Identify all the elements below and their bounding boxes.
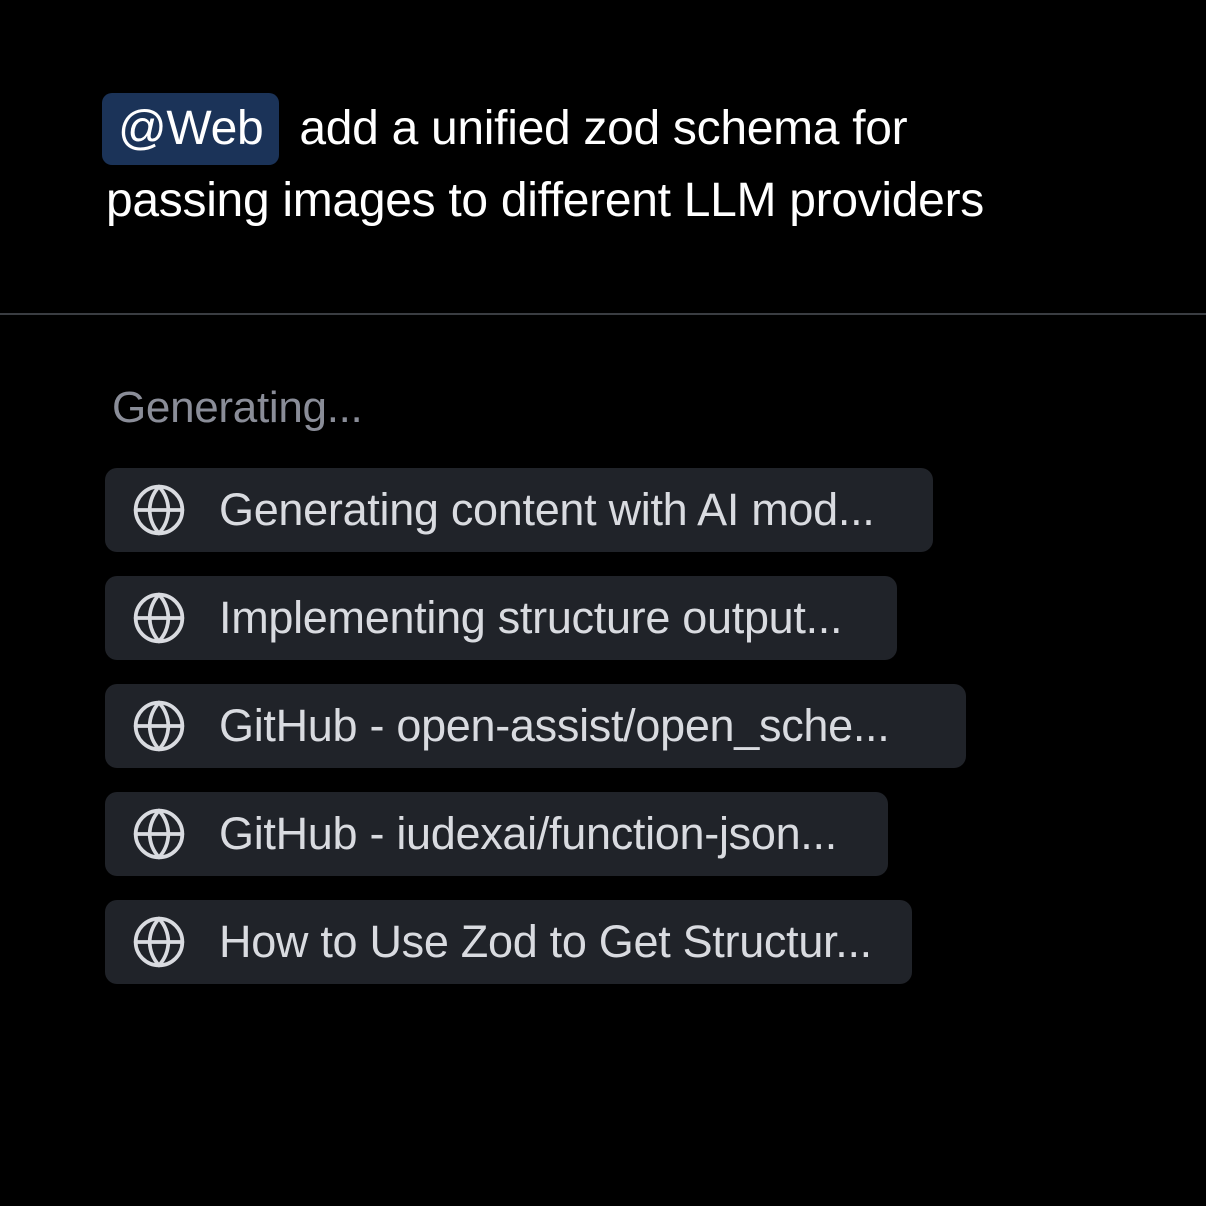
web-mention-chip[interactable]: @Web: [102, 93, 280, 165]
globe-icon: [131, 806, 187, 862]
globe-icon: [131, 590, 187, 646]
web-result-item[interactable]: How to Use Zod to Get Structur...: [105, 900, 912, 984]
web-result-title: How to Use Zod to Get Structur...: [219, 916, 872, 967]
web-result-item[interactable]: Generating content with AI mod...: [105, 468, 933, 552]
generating-status: Generating...: [112, 383, 363, 432]
web-result-item[interactable]: Implementing structure output...: [105, 576, 897, 660]
web-result-title: GitHub - open-assist/open_sche...: [219, 700, 890, 751]
globe-icon: [131, 482, 187, 538]
globe-icon: [131, 698, 187, 754]
web-results-list: Generating content with AI mod... Implem…: [105, 468, 966, 1008]
chat-panel: @Web add a unified zod schema for passing…: [0, 0, 1206, 1206]
prompt-text-line-1: add a unified zod schema for: [299, 102, 908, 155]
globe-icon: [131, 914, 187, 970]
web-result-title: Implementing structure output...: [219, 592, 843, 643]
web-result-item[interactable]: GitHub - iudexai/function-json...: [105, 792, 888, 876]
web-result-title: GitHub - iudexai/function-json...: [219, 808, 837, 859]
web-result-item[interactable]: GitHub - open-assist/open_sche...: [105, 684, 966, 768]
divider: [0, 313, 1206, 315]
user-prompt: @Web add a unified zod schema for passing…: [102, 93, 1142, 237]
web-result-title: Generating content with AI mod...: [219, 484, 875, 535]
prompt-text-line-2: passing images to different LLM provider…: [106, 174, 984, 227]
